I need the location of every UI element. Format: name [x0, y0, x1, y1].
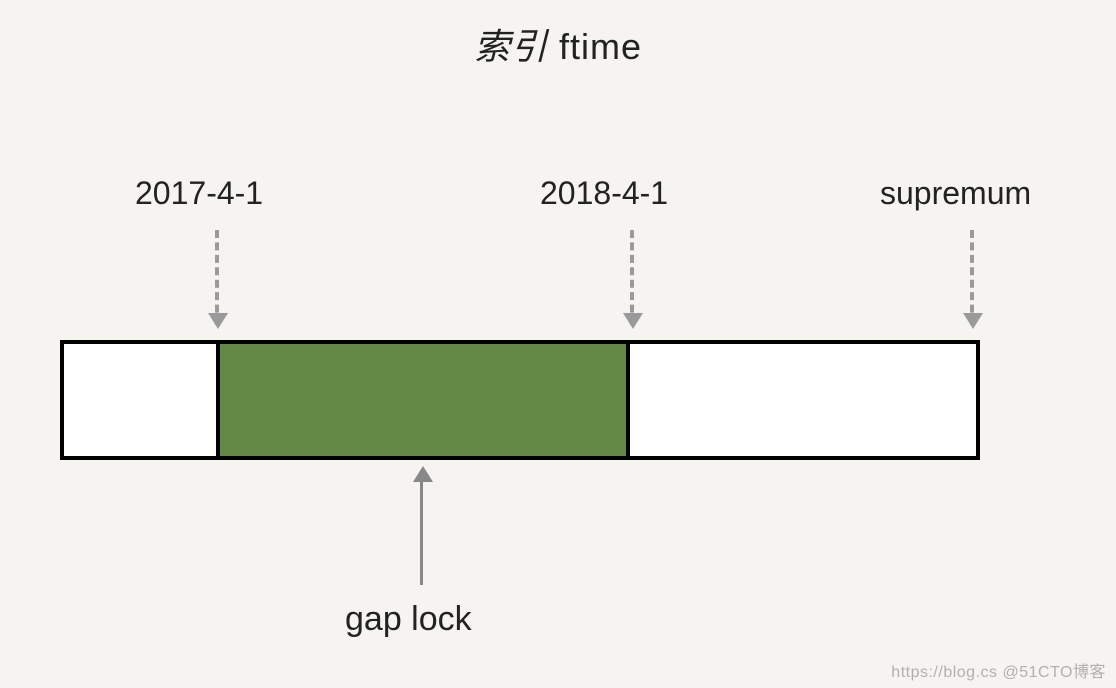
arrow-down-icon [630, 230, 634, 325]
watermark-text: https://blog.cs @51CTO博客 [891, 658, 1106, 682]
diagram-title: 索引 ftime [0, 18, 1116, 70]
title-suffix: ftime [548, 26, 642, 67]
arrow-up-icon [420, 470, 423, 585]
marker-label-supremum: supremum [880, 175, 1031, 212]
segment-unlocked-left [60, 340, 220, 460]
gap-lock-label: gap lock [345, 600, 472, 639]
marker-label-end: 2018-4-1 [540, 175, 668, 212]
marker-label-start: 2017-4-1 [135, 175, 263, 212]
title-prefix: 索引 [474, 27, 548, 67]
segment-unlocked-right [630, 340, 980, 460]
index-range-bar [60, 340, 980, 460]
arrow-down-icon [970, 230, 974, 325]
segment-gap-lock [220, 340, 630, 460]
arrow-down-icon [215, 230, 219, 325]
